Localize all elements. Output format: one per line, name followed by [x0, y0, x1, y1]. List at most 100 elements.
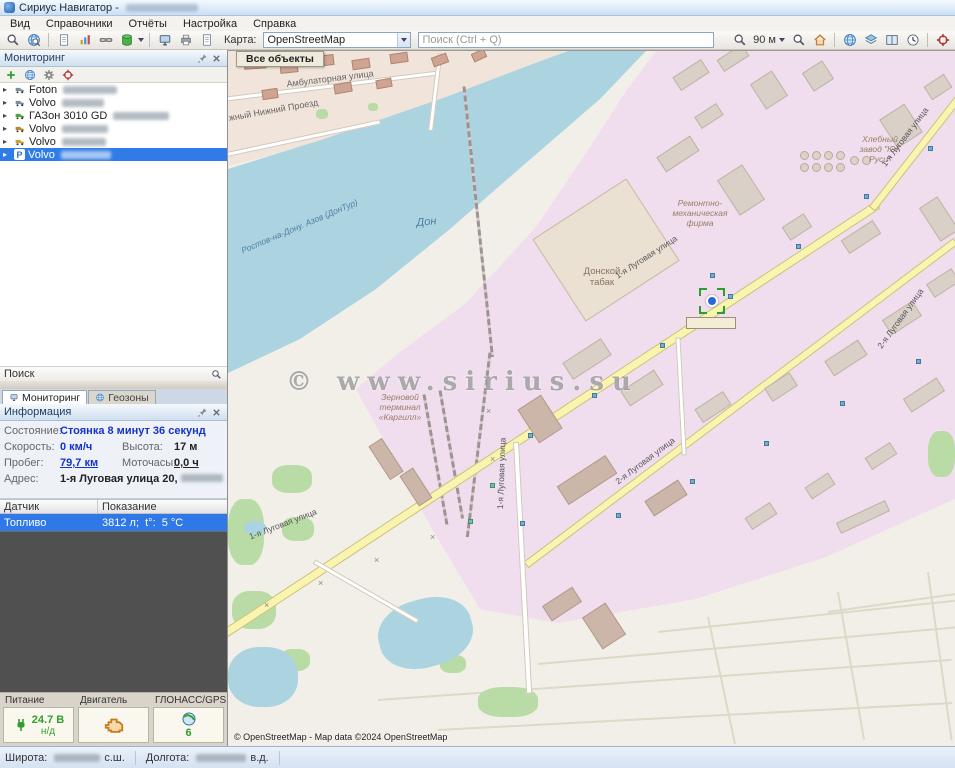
statusbar: Широта: с.ш. Долгота: в.д. [0, 746, 955, 768]
close-icon[interactable] [209, 51, 223, 65]
chart-icon[interactable] [75, 32, 94, 49]
vehicle-row[interactable]: ▸Volvo [0, 122, 227, 135]
map-crossing-icon: × [430, 533, 435, 542]
tracking-icon[interactable] [59, 68, 76, 82]
redacted-text [62, 138, 106, 146]
truck-icon [14, 124, 26, 134]
link-icon[interactable] [96, 32, 115, 49]
vehicle-tooltip [686, 317, 736, 329]
redacted-text [63, 86, 117, 94]
redacted-text [62, 99, 104, 107]
map-crossing-icon: × [374, 556, 379, 565]
gauge-power-title: Питание [3, 695, 74, 707]
vehicle-row[interactable]: ▸PVolvo [0, 148, 227, 161]
mileage-value[interactable]: 79,7 км [60, 457, 122, 469]
expand-arrow-icon[interactable]: ▸ [3, 124, 11, 133]
monitoring-panel-header: Мониторинг [0, 50, 227, 67]
map-marker [864, 194, 869, 199]
database-icon[interactable] [117, 32, 136, 49]
truck-icon [14, 111, 26, 121]
map-tank [812, 151, 821, 160]
settings-gear-icon[interactable] [40, 68, 57, 82]
map-tank [824, 163, 833, 172]
gauge-gps-title: ГЛОНАСС/GPS [153, 695, 224, 707]
tab-geozones[interactable]: Геозоны [88, 390, 155, 404]
vehicle-row[interactable]: ▸ГАЗон 3010 GD [0, 109, 227, 122]
home-icon[interactable] [810, 32, 829, 49]
search-options-icon[interactable] [209, 367, 223, 381]
monitor-icon[interactable] [155, 32, 174, 49]
expand-arrow-icon[interactable]: ▸ [3, 150, 11, 159]
layers-icon[interactable] [861, 32, 880, 49]
export-icon[interactable] [197, 32, 216, 49]
globe-icon[interactable] [840, 32, 859, 49]
search-row[interactable]: Поиск [0, 366, 227, 381]
map-marker [616, 513, 621, 518]
database-caret-icon[interactable] [138, 38, 144, 42]
app-window: Сириус Навигатор - ВидСправочникиОтчётыН… [0, 0, 955, 768]
gauge-engine-title: Двигатель [78, 695, 149, 707]
sensor-row[interactable]: Топливо3812 л; t°: 5 °C [0, 514, 227, 531]
pin-icon[interactable] [195, 51, 209, 65]
vehicle-name: Volvo [29, 136, 56, 148]
truck-icon [14, 137, 26, 147]
truck-icon [14, 85, 26, 95]
map-tank [836, 163, 845, 172]
vehicle-row[interactable]: ▸ Volvo [0, 135, 227, 148]
latitude-suffix: с.ш. [104, 752, 124, 764]
report-icon[interactable] [54, 32, 73, 49]
menu-item[interactable]: Справка [245, 18, 304, 30]
menu-item[interactable]: Настройка [175, 18, 245, 30]
map-globe-icon[interactable] [21, 68, 38, 82]
zoom-out-icon[interactable] [730, 32, 749, 49]
map-canvas[interactable]: © www.sirius.su Все объекты © OpenStreet… [228, 50, 955, 746]
vehicle-row[interactable]: ▸Volvo [0, 96, 227, 109]
gps-globe-icon [181, 711, 197, 727]
expand-arrow-icon[interactable]: ▸ [3, 85, 11, 94]
vehicle-row[interactable]: ▸Foton [0, 83, 227, 96]
vehicle-marker[interactable] [699, 288, 725, 314]
map-marker [916, 359, 921, 364]
map-provider-select[interactable]: OpenStreetMap [263, 32, 411, 48]
expand-arrow-icon[interactable]: ▸ [3, 111, 11, 120]
menu-item[interactable]: Отчёты [121, 18, 175, 30]
redacted-title-text [126, 4, 198, 12]
map-provider-value: OpenStreetMap [268, 34, 346, 46]
expand-arrow-icon[interactable]: ▸ [3, 137, 11, 146]
menu-item[interactable]: Вид [2, 18, 38, 30]
add-icon[interactable] [2, 68, 19, 82]
monitor-icon [9, 393, 19, 402]
global-search-input[interactable] [418, 32, 714, 48]
speed-label: Скорость: [4, 441, 60, 453]
zoom-in-icon[interactable] [789, 32, 808, 49]
toolbar-separator [927, 33, 928, 47]
address-value: 1-я Луговая улица 20, [60, 473, 178, 485]
sensor-col-name[interactable]: Датчик [0, 500, 98, 513]
map-marker [520, 521, 525, 526]
map-marker [928, 146, 933, 151]
map-scale-select[interactable]: 90 м [753, 34, 785, 46]
pin-icon[interactable] [195, 405, 209, 419]
combo-caret-icon[interactable] [397, 33, 410, 47]
gauge-engine: Двигатель [78, 695, 149, 743]
split-view-icon[interactable] [882, 32, 901, 49]
search-map-icon[interactable] [24, 32, 43, 49]
tab-monitoring[interactable]: Мониторинг [2, 390, 87, 404]
longitude-suffix: в.д. [250, 752, 268, 764]
engine-hours-value[interactable]: 0,0 ч [174, 457, 199, 469]
titlebar[interactable]: Сириус Навигатор - [0, 0, 955, 16]
close-icon[interactable] [209, 405, 223, 419]
find-object-icon[interactable] [3, 32, 22, 49]
sensor-col-value[interactable]: Показание [98, 501, 161, 513]
print-icon[interactable] [176, 32, 195, 49]
map-tab-all-objects[interactable]: Все объекты [236, 51, 324, 67]
expand-arrow-icon[interactable]: ▸ [3, 98, 11, 107]
info-panel-header: Информация [0, 404, 227, 421]
menu-item[interactable]: Справочники [38, 18, 121, 30]
parking-badge-icon: P [14, 149, 25, 160]
power-value: 24.7 В [32, 714, 64, 726]
target-icon[interactable] [933, 32, 952, 49]
history-clock-icon[interactable] [903, 32, 922, 49]
sensor-table-header[interactable]: Датчик Показание [0, 499, 227, 514]
search-label: Поиск [4, 368, 34, 380]
